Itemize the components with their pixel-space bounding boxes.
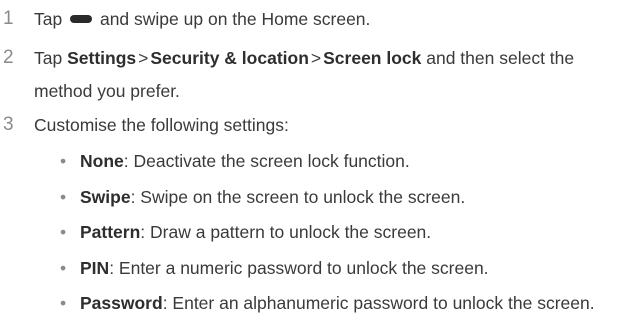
step-text-line2: method you prefer. — [34, 81, 180, 101]
options-list: • None: Deactivate the screen lock funct… — [0, 149, 644, 327]
option-desc: : Swipe on the screen to unlock the scre… — [130, 186, 466, 207]
option-desc: : Enter an alphanumeric password to unlo… — [162, 293, 595, 313]
step-2: 2 Tap Settings > Security & location > Scree… — [0, 46, 644, 103]
option-name: PIN — [80, 257, 110, 278]
step-number: 3 — [3, 114, 14, 135]
bullet-icon: • — [60, 186, 67, 207]
instructions-page: 1 Tap and swipe up on the Home screen. 2… — [0, 0, 644, 313]
option-desc: : Draw a pattern to unlock the screen. — [140, 222, 432, 242]
option-name: Pattern — [80, 222, 141, 242]
option-desc: : Deactivate the screen lock function. — [123, 151, 410, 171]
path-security-location: Security & location — [150, 48, 309, 68]
bullet-icon: • — [60, 222, 67, 242]
list-item: • Password: Enter an alphanumeric passwo… — [0, 291, 644, 327]
path-separator: > — [138, 48, 149, 68]
option-name: Swipe — [80, 186, 131, 207]
path-screen-lock: Screen lock — [323, 48, 422, 68]
option-name: None — [80, 151, 124, 171]
list-item: • Swipe: Swipe on the screen to unlock t… — [0, 185, 644, 221]
option-desc: : Enter a numeric password to unlock the… — [109, 257, 489, 278]
step-text-before: Tap — [34, 48, 63, 68]
step-text: Customise the following settings: — [34, 115, 289, 135]
list-item: • None: Deactivate the screen lock funct… — [0, 149, 644, 185]
path-separator: > — [310, 48, 322, 68]
step-1: 1 Tap and swipe up on the Home screen. — [0, 7, 644, 31]
list-item: • Pattern: Draw a pattern to unlock the … — [0, 220, 644, 256]
option-name: Password — [80, 293, 163, 313]
path-settings: Settings — [67, 48, 137, 68]
bullet-icon: • — [60, 151, 67, 171]
home-bar-icon — [70, 15, 93, 24]
step-text-before: Tap — [34, 9, 63, 29]
bullet-icon: • — [60, 257, 67, 278]
step-text-after: and then select the — [426, 48, 575, 68]
step-3: 3 Customise the following settings: — [0, 113, 644, 137]
list-item: • PIN: Enter a numeric password to unloc… — [0, 256, 644, 292]
step-number: 2 — [3, 47, 14, 68]
step-number: 1 — [3, 8, 14, 29]
bullet-icon: • — [60, 293, 67, 313]
step-text-after: and swipe up on the Home screen. — [99, 9, 371, 29]
